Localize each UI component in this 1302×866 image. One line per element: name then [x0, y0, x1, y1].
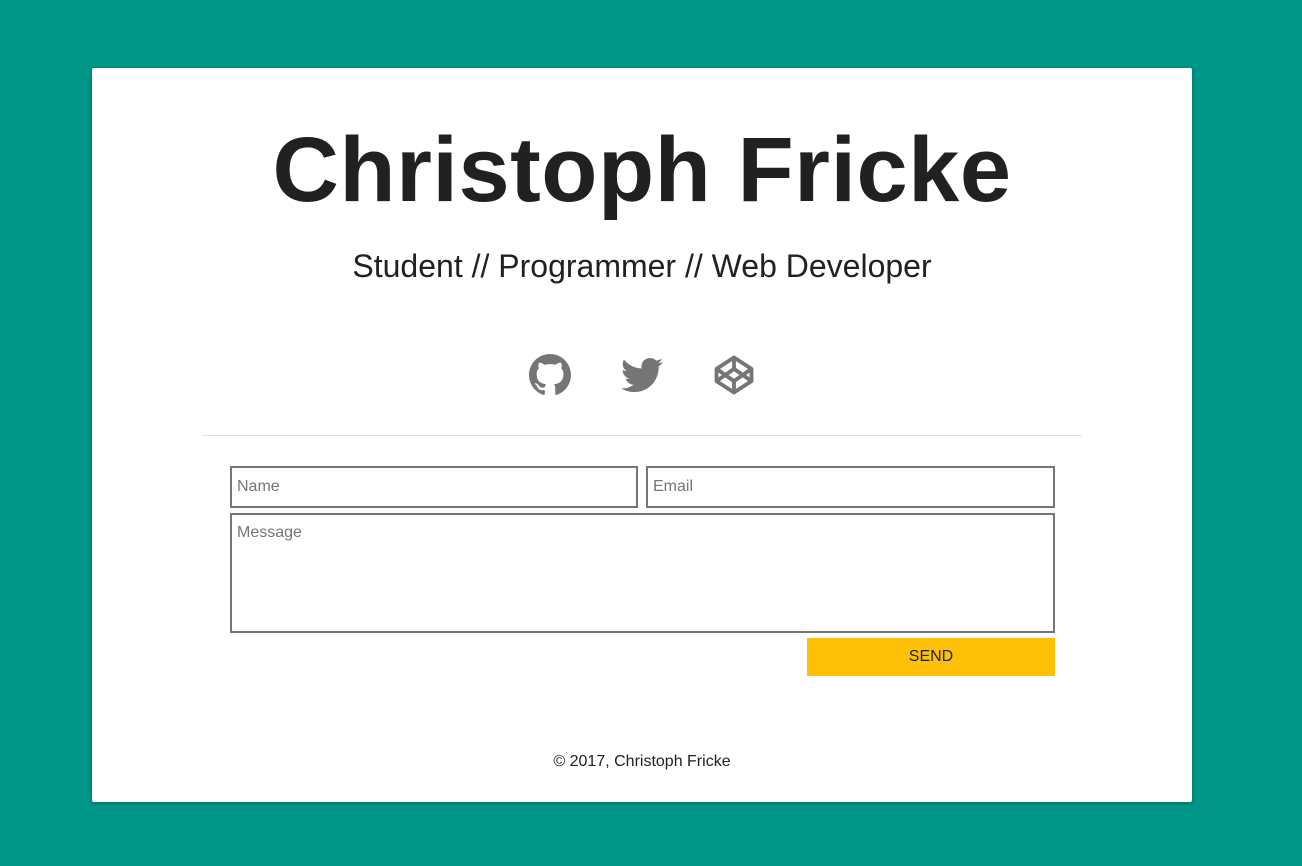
email-field[interactable]: [646, 466, 1055, 508]
page-subtitle: Student // Programmer // Web Developer: [352, 248, 932, 284]
send-button[interactable]: SEND: [807, 638, 1055, 676]
section-divider: [202, 435, 1082, 436]
footer-copyright: © 2017, Christoph Fricke: [553, 753, 731, 770]
codepen-link[interactable]: [713, 354, 755, 396]
github-link[interactable]: [529, 354, 571, 396]
social-links: [92, 354, 1192, 396]
twitter-icon: [621, 357, 663, 393]
page-title: Christoph Fricke: [272, 119, 1012, 221]
twitter-link[interactable]: [621, 354, 663, 396]
message-field[interactable]: [230, 513, 1055, 633]
main-card: Christoph Fricke Student // Programmer /…: [92, 68, 1192, 802]
codepen-icon: [714, 355, 754, 395]
name-field[interactable]: [230, 466, 638, 508]
github-icon: [529, 354, 571, 395]
